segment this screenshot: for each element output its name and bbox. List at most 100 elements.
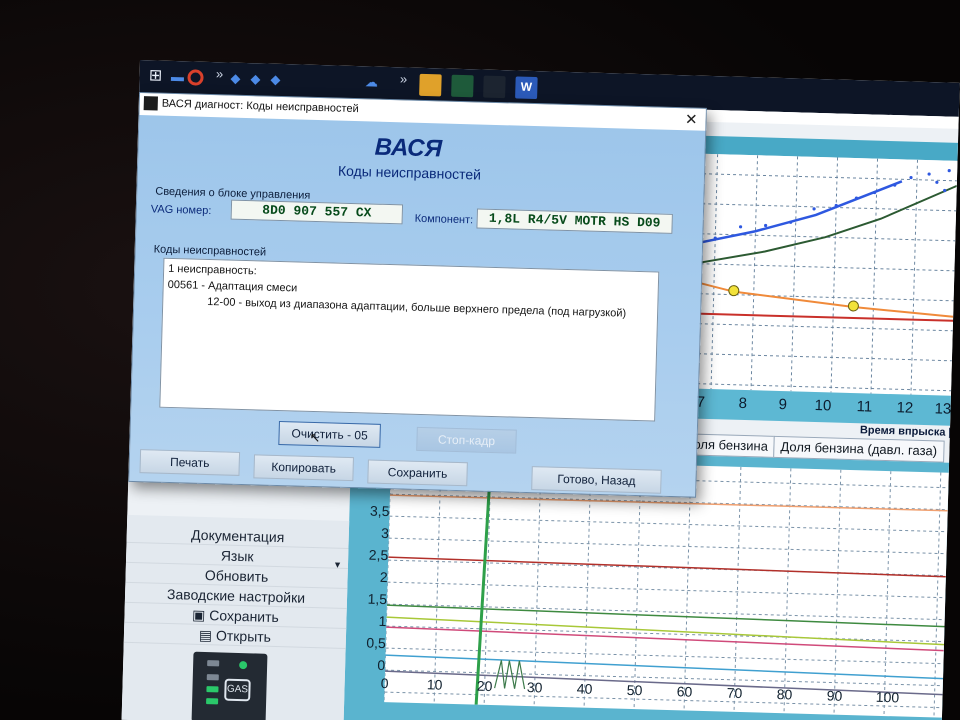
- grid-line: [694, 263, 955, 272]
- chart-top-svg: [691, 154, 958, 395]
- mouse-cursor-icon: ↖: [309, 429, 321, 446]
- x-tick-label: 90: [826, 687, 843, 704]
- grid-line: [389, 515, 948, 533]
- chart-top-axis-title: Время впрыска [: [859, 424, 953, 439]
- chart-top-grid: [691, 154, 957, 395]
- grid-line: [692, 353, 952, 362]
- word-icon[interactable]: W: [515, 76, 538, 100]
- component-label: Компонент:: [414, 212, 474, 227]
- x-tick-label: 60: [676, 683, 693, 700]
- chevron-icon[interactable]: »: [393, 69, 414, 90]
- menu-save-label: Сохранить: [209, 607, 280, 626]
- y-tick-label: 1: [378, 612, 387, 630]
- chart-bottom-green-line: [386, 604, 945, 628]
- copy-button[interactable]: Копировать: [253, 454, 354, 482]
- x-tick-label: 8: [738, 394, 748, 413]
- chart-top-scatter-dot: [738, 225, 743, 229]
- x-tick-label: 9: [778, 395, 788, 414]
- chart-top-area: [691, 153, 958, 396]
- fault-code-line: 00561 - Адаптация смеси: [167, 278, 298, 295]
- grid-line: [385, 647, 944, 665]
- grid-line: [387, 581, 946, 599]
- app-window-icon[interactable]: [483, 75, 506, 99]
- chart-top-scatter-dot: [764, 223, 768, 228]
- save-button[interactable]: Сохранить: [367, 459, 468, 487]
- fault-codes-group-label: Коды неисправностей: [153, 243, 267, 259]
- y-tick-label: 2,5: [368, 546, 389, 564]
- cloud-icon[interactable]: ◆: [245, 69, 266, 90]
- fault-codes-textarea[interactable]: 1 неисправность: 00561 - Адаптация смеси…: [159, 257, 660, 422]
- close-icon[interactable]: ✕: [685, 110, 698, 128]
- chart-top-scatter-dot: [812, 207, 816, 211]
- folder-icon[interactable]: [419, 73, 442, 97]
- x-tick-label: 100: [875, 688, 900, 706]
- x-tick-label: 70: [726, 684, 743, 702]
- x-tick-label: 13: [934, 400, 952, 418]
- x-tick-label: 11: [856, 398, 873, 416]
- grid-line: [692, 323, 953, 332]
- grid-line: [388, 537, 947, 555]
- brand-title: ВАСЯ: [374, 133, 443, 163]
- fault-count-line: 1 неисправность:: [168, 262, 257, 278]
- menu-factory-settings-label: Заводские настройки: [166, 585, 306, 606]
- app-chart-icon[interactable]: [451, 74, 474, 98]
- y-tick-label: 0,5: [366, 634, 387, 652]
- grid-line: [697, 173, 957, 182]
- app-icon: [143, 96, 158, 111]
- chart-top-red-line: [693, 312, 954, 322]
- gas-device-indicator: GAS: [191, 651, 268, 720]
- monitor-screen: ⊞ ▬ » ◆ ◆ ◆ ☁ » W 7 8 9 10 11 12 13 Врем…: [121, 60, 960, 720]
- x-tick-label: 50: [626, 681, 643, 699]
- device-led: [207, 660, 220, 667]
- device-led: [206, 674, 219, 681]
- fault-detail-line: 12-00 - выход из диапазона адаптации, бо…: [207, 295, 627, 320]
- x-tick-label: 80: [776, 686, 793, 703]
- device-led: [239, 661, 248, 670]
- chart-bottom-orange-line: [389, 494, 948, 512]
- x-tick-label: 12: [896, 399, 914, 417]
- x-tick-label: 40: [576, 680, 593, 697]
- dialog-subtitle: Коды неисправностей: [337, 162, 482, 183]
- y-tick-label: 0: [377, 656, 386, 674]
- grid-line: [386, 603, 945, 621]
- clear-codes-button[interactable]: Очистить - 05 ↖: [278, 421, 381, 448]
- chart-top-scatter-dot: [927, 172, 931, 176]
- chart-top-scatter-dot: [909, 175, 913, 180]
- y-tick-label: 2: [379, 568, 388, 586]
- menu-language-label: Язык: [220, 547, 254, 565]
- menu-documentation-label: Документация: [190, 526, 285, 546]
- done-back-button[interactable]: Готово, Назад: [531, 466, 662, 494]
- dash-icon[interactable]: ▬: [167, 67, 188, 88]
- folder-open-icon: ▤: [198, 626, 217, 644]
- vag-number-label: VAG номер:: [150, 203, 212, 218]
- menu-open-label: Открыть: [215, 627, 272, 645]
- x-tick-label: 10: [814, 396, 832, 415]
- floppy-icon: ▣: [191, 606, 210, 624]
- y-tick-label: 1,5: [367, 590, 388, 608]
- y-tick-label: 3,5: [369, 502, 390, 520]
- x-tick-label: 0: [380, 674, 389, 692]
- print-button[interactable]: Печать: [139, 449, 241, 476]
- fault-codes-dialog: ВАСЯ диагност: Коды неисправностей ✕ ВАС…: [128, 91, 707, 498]
- onedrive-icon[interactable]: ☁: [361, 72, 382, 93]
- device-led: [206, 686, 219, 693]
- cloud-icon[interactable]: ◆: [265, 70, 286, 91]
- x-tick-label: 10: [426, 676, 443, 693]
- photo-stage: ⊞ ▬ » ◆ ◆ ◆ ☁ » W 7 8 9 10 11 12 13 Врем…: [0, 0, 960, 720]
- opera-icon[interactable]: [187, 69, 204, 86]
- chart-top-scatter-dot: [935, 180, 939, 184]
- windows-start-icon[interactable]: ⊞: [145, 66, 166, 87]
- chart-top-scatter-dot: [947, 169, 951, 173]
- x-tick-label: 20: [476, 677, 493, 695]
- vag-number-field: 8D0 907 557 CX: [230, 199, 404, 225]
- device-led: [206, 698, 219, 705]
- chart-top-point: [847, 300, 859, 312]
- dialog-title: ВАСЯ диагност: Коды неисправностей: [161, 97, 359, 116]
- y-tick-label: 3: [380, 524, 390, 542]
- freeze-frame-button[interactable]: Стоп-кадр: [416, 426, 517, 454]
- menu-update-label: Обновить: [204, 567, 269, 585]
- component-field: 1,8L R4/5V MOTR HS D09: [476, 208, 673, 234]
- network-icon[interactable]: ◆: [225, 68, 246, 89]
- chart-bottom-marker-line: [474, 459, 493, 705]
- clear-codes-label: Очистить - 05: [291, 426, 368, 443]
